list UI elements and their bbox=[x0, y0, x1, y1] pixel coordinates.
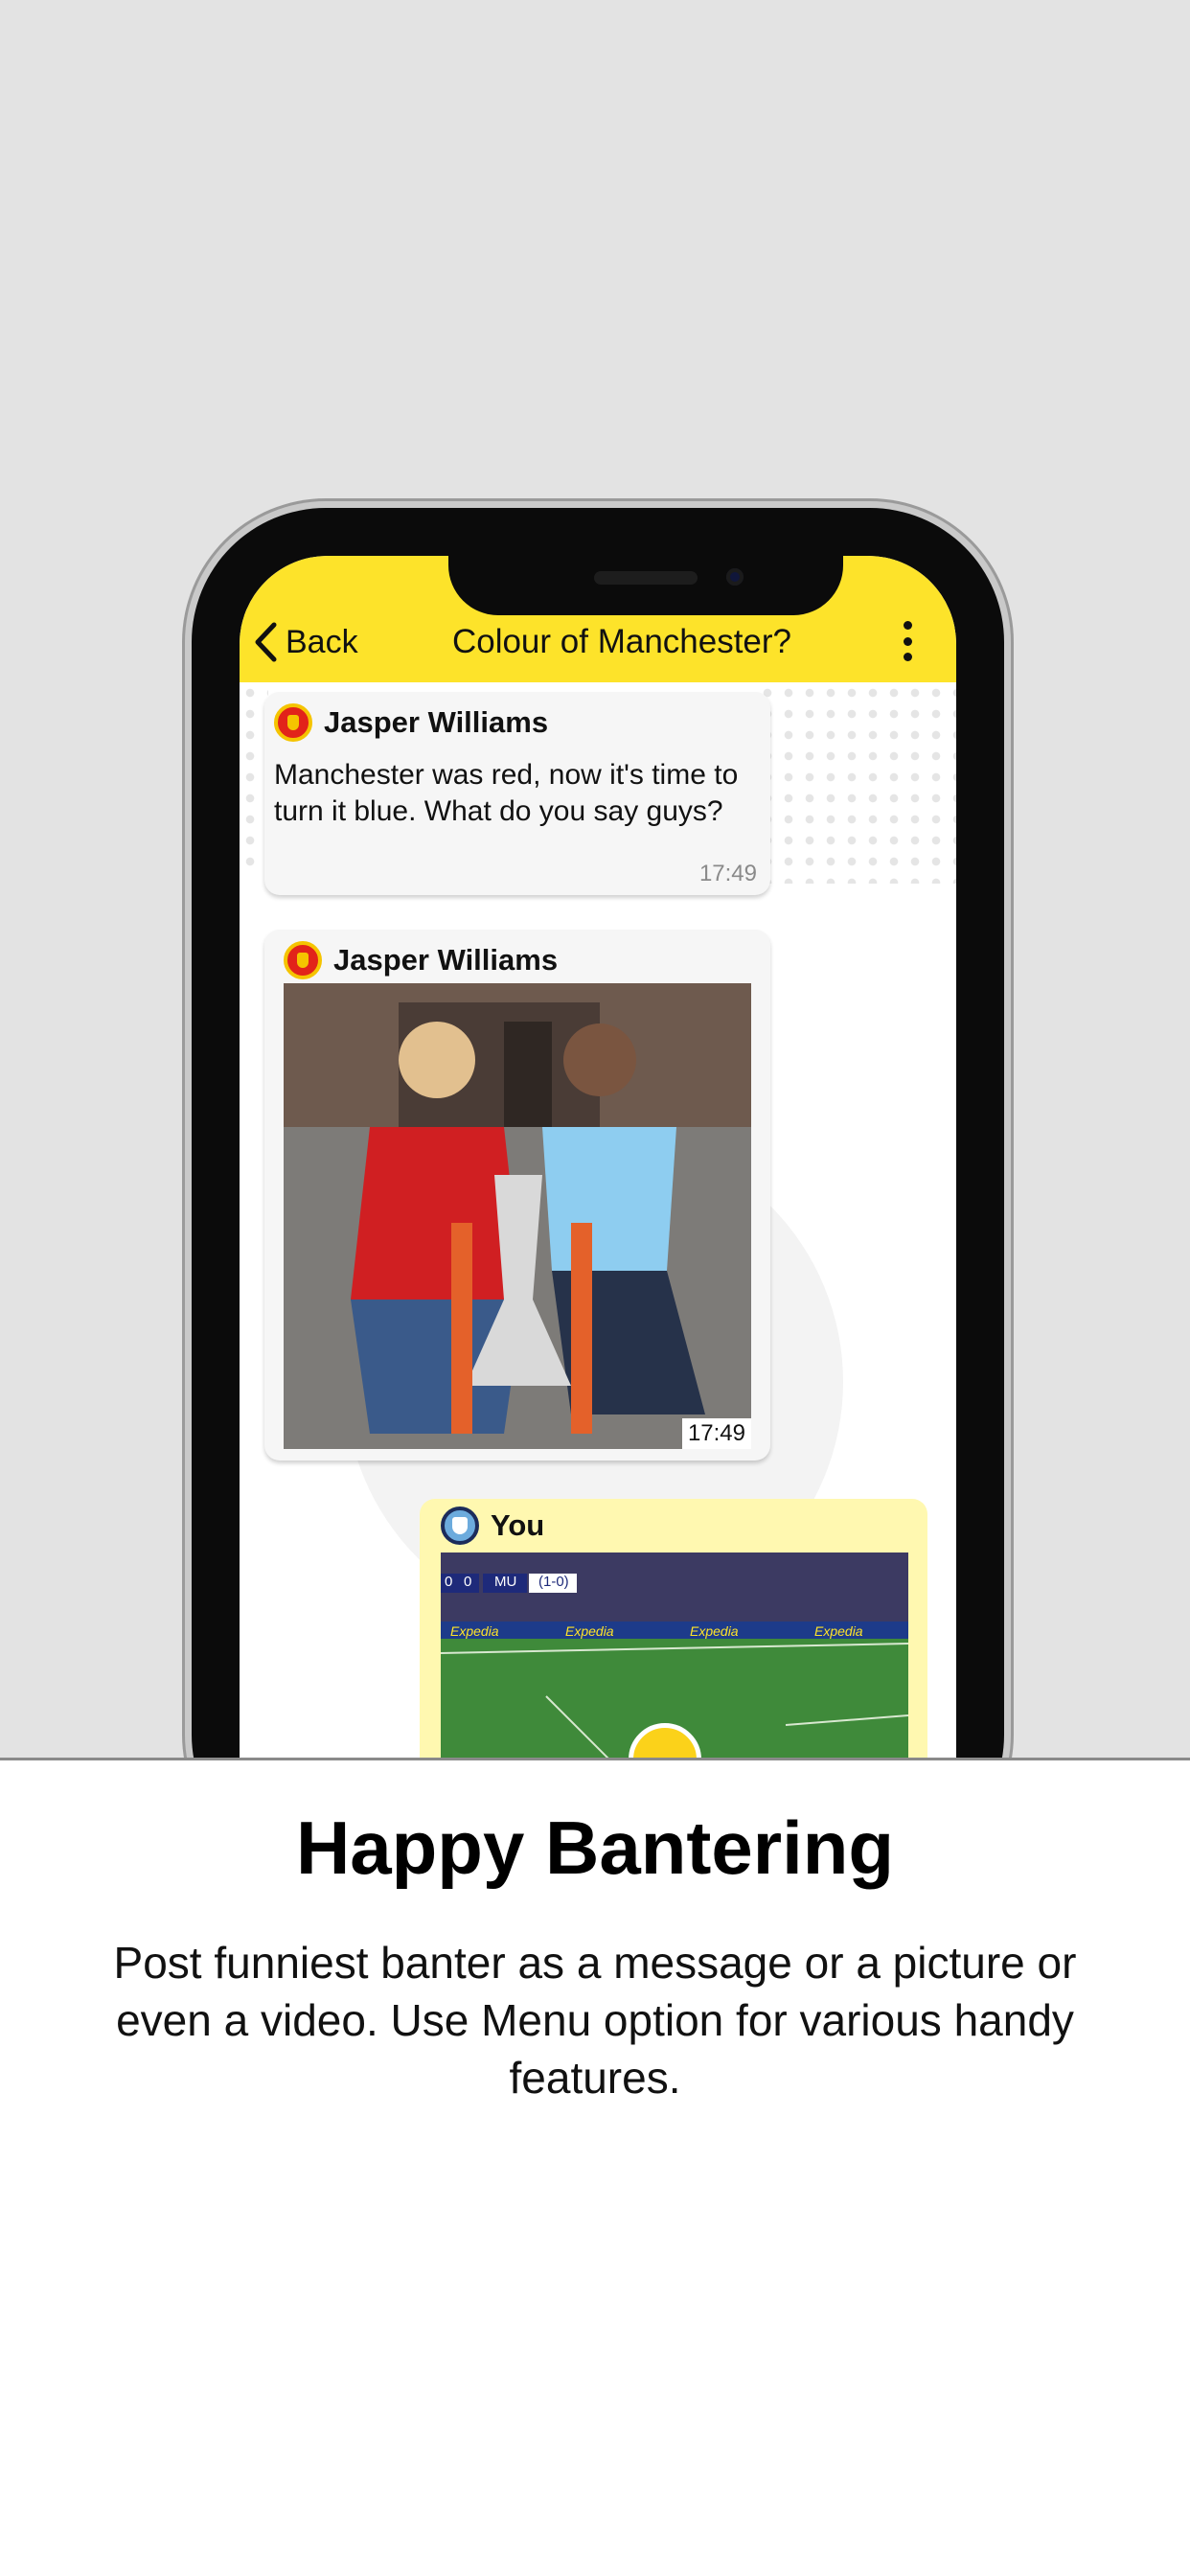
back-button[interactable]: Back bbox=[253, 615, 358, 669]
manchester-united-crest-icon bbox=[284, 941, 322, 979]
sender-name: You bbox=[491, 1508, 545, 1542]
more-vertical-icon-dot bbox=[903, 653, 912, 661]
phone-volume-down bbox=[182, 958, 190, 1064]
pitch-ad-text: Expedia bbox=[690, 1623, 739, 1639]
chat-title: Colour of Manchester? bbox=[451, 623, 792, 660]
scoreboard-result: (1-0) bbox=[538, 1574, 569, 1590]
manchester-city-crest-icon bbox=[441, 1506, 479, 1545]
message-sender: Jasper Williams bbox=[274, 703, 548, 742]
message-photo[interactable]: 17:49 bbox=[284, 983, 751, 1449]
own-message-bubble[interactable]: You 0 0 MU (1-0) Expedia Expedia Expedia… bbox=[420, 1499, 927, 1760]
photo-time: 17:49 bbox=[681, 1418, 751, 1449]
more-vertical-icon bbox=[903, 621, 912, 630]
message-bubble[interactable]: Jasper Williams Manchester was red, now … bbox=[264, 692, 770, 895]
feature-description: Post funniest banter as a message or a p… bbox=[113, 1938, 1077, 2103]
message-time: 17:49 bbox=[698, 861, 757, 886]
more-menu-button[interactable] bbox=[893, 617, 922, 665]
scoreboard-team: MU bbox=[494, 1574, 517, 1590]
message-video[interactable]: 0 0 MU (1-0) Expedia Expedia Expedia Exp… bbox=[441, 1552, 908, 1760]
scoreboard-away-score: 0 bbox=[464, 1574, 472, 1590]
pitch-ad-text: Expedia bbox=[565, 1623, 614, 1639]
manchester-united-crest-icon bbox=[274, 703, 312, 742]
back-label: Back bbox=[286, 623, 358, 660]
front-camera bbox=[726, 568, 744, 586]
pitch-ad-text: Expedia bbox=[814, 1623, 863, 1639]
phone-notch bbox=[448, 556, 843, 615]
earpiece-speaker bbox=[594, 571, 698, 585]
chevron-left-icon bbox=[255, 622, 277, 662]
message-bubble[interactable]: Jasper Williams 17:49 bbox=[264, 930, 770, 1460]
message-sender: Jasper Williams bbox=[284, 941, 558, 979]
feature-title: Happy Bantering bbox=[295, 1806, 895, 1890]
message-text: Manchester was red, now it's time to tur… bbox=[274, 759, 739, 827]
phone-volume-up bbox=[182, 824, 190, 930]
photo-image bbox=[284, 983, 751, 1449]
sender-name: Jasper Williams bbox=[324, 705, 549, 739]
phone-screen: Back Colour of Manchester? Jasper Willia… bbox=[240, 556, 956, 1760]
phone-power-button bbox=[1006, 882, 1014, 1045]
scoreboard-home-score: 0 bbox=[445, 1574, 453, 1590]
phone-mute-switch bbox=[182, 728, 190, 786]
background-pattern bbox=[757, 682, 956, 884]
message-sender: You bbox=[441, 1506, 544, 1545]
pitch-ad-text: Expedia bbox=[450, 1623, 499, 1639]
chat-message-list[interactable]: Jasper Williams Manchester was red, now … bbox=[240, 682, 956, 1760]
more-vertical-icon-dot bbox=[903, 636, 912, 646]
sender-name: Jasper Williams bbox=[333, 943, 559, 977]
